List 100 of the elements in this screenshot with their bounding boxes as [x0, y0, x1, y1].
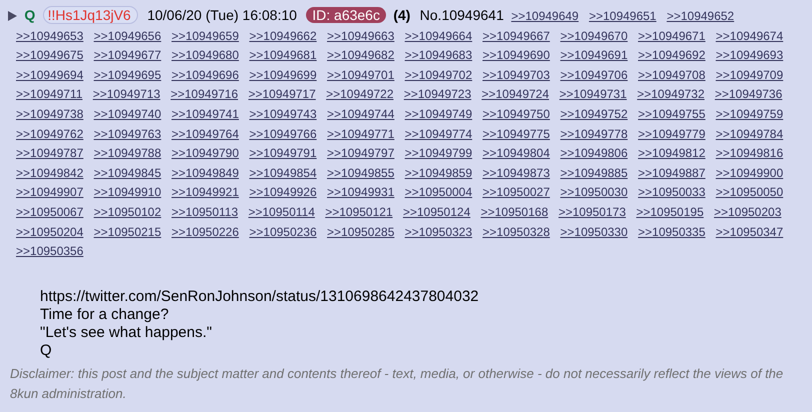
backlink[interactable]: >>10950323 — [404, 222, 472, 242]
backlink[interactable]: >>10950285 — [327, 222, 394, 242]
backlink[interactable]: >>10949750 — [482, 104, 550, 125]
backlink[interactable]: >>10949931 — [327, 183, 394, 203]
backlink[interactable]: >>10949752 — [560, 104, 628, 125]
backlink[interactable]: >>10950050 — [716, 183, 784, 203]
backlink[interactable]: >>10949708 — [638, 66, 706, 86]
backlink[interactable]: >>10949649 — [511, 7, 579, 27]
backlink[interactable]: >>10949743 — [249, 104, 317, 125]
backlink[interactable]: >>10949680 — [172, 46, 239, 66]
backlink[interactable]: >>10949797 — [327, 144, 394, 164]
backlink[interactable]: >>10949921 — [172, 183, 239, 203]
backlink[interactable]: >>10949873 — [482, 164, 550, 184]
backlink[interactable]: >>10949885 — [560, 164, 628, 184]
backlink[interactable]: >>10949736 — [714, 85, 782, 105]
backlink[interactable]: >>10949744 — [327, 104, 394, 125]
backlink[interactable]: >>10949774 — [404, 124, 472, 144]
backlink[interactable]: >>10949713 — [92, 85, 160, 105]
backlink[interactable]: >>10949691 — [560, 46, 628, 66]
backlink[interactable]: >>10949677 — [94, 46, 162, 66]
backlink[interactable]: >>10949788 — [94, 144, 162, 164]
backlink[interactable]: >>10949842 — [16, 164, 84, 184]
backlink[interactable]: >>10950030 — [560, 183, 628, 203]
backlink[interactable]: >>10949667 — [482, 26, 550, 46]
backlink[interactable]: >>10949759 — [716, 104, 784, 125]
backlink[interactable]: >>10949790 — [172, 144, 239, 164]
poster-id[interactable]: ID: a63e6c — [306, 7, 386, 23]
backlink[interactable]: >>10950226 — [172, 222, 239, 242]
backlink[interactable]: >>10949694 — [16, 66, 84, 86]
backlink[interactable]: >>10949855 — [327, 164, 394, 184]
backlink[interactable]: >>10949775 — [482, 124, 550, 144]
post-number[interactable]: No.10949641 — [420, 7, 504, 23]
backlink[interactable]: >>10949787 — [16, 144, 84, 164]
backlink[interactable]: >>10949652 — [666, 7, 734, 27]
backlink[interactable]: >>10950330 — [560, 222, 628, 242]
backlink[interactable]: >>10950124 — [402, 202, 470, 223]
backlink[interactable]: >>10949699 — [249, 66, 317, 86]
backlink[interactable]: >>10949671 — [638, 26, 706, 46]
backlink[interactable]: >>10950114 — [248, 202, 315, 223]
backlink[interactable]: >>10950195 — [636, 202, 704, 223]
backlink[interactable]: >>10949722 — [326, 85, 394, 105]
backlink[interactable]: >>10950027 — [482, 183, 550, 203]
backlink[interactable]: >>10949779 — [638, 124, 706, 144]
backlink[interactable]: >>10949740 — [94, 104, 162, 125]
backlink[interactable]: >>10949900 — [716, 164, 784, 184]
backlink[interactable]: >>10950033 — [638, 183, 706, 203]
backlink[interactable]: >>10949907 — [16, 183, 84, 203]
backlink[interactable]: >>10950113 — [172, 202, 238, 223]
backlink[interactable]: >>10949887 — [638, 164, 706, 184]
backlink[interactable]: >>10949806 — [560, 144, 628, 164]
backlink[interactable]: >>10949696 — [172, 66, 239, 86]
backlink[interactable]: >>10949741 — [172, 104, 239, 125]
backlink[interactable]: >>10949738 — [16, 104, 84, 125]
backlink[interactable]: >>10950356 — [16, 242, 84, 262]
backlink[interactable]: >>10949723 — [404, 85, 472, 105]
backlink[interactable]: >>10949693 — [716, 46, 784, 66]
backlink[interactable]: >>10949731 — [559, 85, 627, 105]
backlink[interactable]: >>10949706 — [560, 66, 628, 86]
backlink[interactable]: >>10949762 — [16, 124, 84, 144]
backlink[interactable]: >>10949716 — [170, 85, 238, 105]
backlink[interactable]: >>10949711 — [16, 85, 83, 105]
backlink[interactable]: >>10949764 — [172, 124, 239, 144]
backlink[interactable]: >>10949755 — [638, 104, 706, 125]
backlink[interactable]: >>10949778 — [560, 124, 628, 144]
backlink[interactable]: >>10949717 — [248, 85, 316, 105]
backlink[interactable]: >>10950215 — [94, 222, 162, 242]
backlink[interactable]: >>10949664 — [404, 26, 472, 46]
backlink[interactable]: >>10950067 — [16, 202, 84, 223]
backlink[interactable]: >>10949845 — [94, 164, 162, 184]
backlink[interactable]: >>10949683 — [404, 46, 472, 66]
backlink[interactable]: >>10949656 — [94, 26, 162, 46]
backlink[interactable]: >>10949812 — [638, 144, 706, 164]
backlink[interactable]: >>10949854 — [249, 164, 317, 184]
backlink[interactable]: >>10949926 — [249, 183, 317, 203]
backlink[interactable]: >>10949732 — [637, 85, 705, 105]
backlink[interactable]: >>10949662 — [249, 26, 317, 46]
backlink[interactable]: >>10949682 — [327, 46, 394, 66]
backlink[interactable]: >>10950004 — [404, 183, 472, 203]
backlink[interactable]: >>10949690 — [482, 46, 550, 66]
backlink[interactable]: >>10949784 — [716, 124, 784, 144]
backlink[interactable]: >>10949695 — [94, 66, 162, 86]
backlink[interactable]: >>10949804 — [482, 144, 550, 164]
backlink[interactable]: >>10949771 — [327, 124, 394, 144]
backlink[interactable]: >>10949724 — [482, 85, 550, 105]
backlink[interactable]: >>10949675 — [16, 46, 84, 66]
backlink[interactable]: >>10949799 — [404, 144, 472, 164]
backlink[interactable]: >>10949749 — [404, 104, 472, 125]
backlink[interactable]: >>10949816 — [716, 144, 784, 164]
backlink[interactable]: >>10949701 — [327, 66, 394, 86]
backlink[interactable]: >>10949670 — [560, 26, 628, 46]
backlink[interactable]: >>10950204 — [16, 222, 84, 242]
backlink[interactable]: >>10949766 — [249, 124, 317, 144]
backlink[interactable]: >>10949763 — [94, 124, 162, 144]
backlink[interactable]: >>10949849 — [172, 164, 239, 184]
backlink[interactable]: >>10949663 — [327, 26, 394, 46]
backlink[interactable]: >>10949653 — [16, 26, 84, 46]
backlink[interactable]: >>10949692 — [638, 46, 706, 66]
backlink[interactable]: >>10949659 — [172, 26, 239, 46]
backlink[interactable]: >>10949703 — [482, 66, 550, 86]
backlink[interactable]: >>10950347 — [716, 222, 784, 242]
